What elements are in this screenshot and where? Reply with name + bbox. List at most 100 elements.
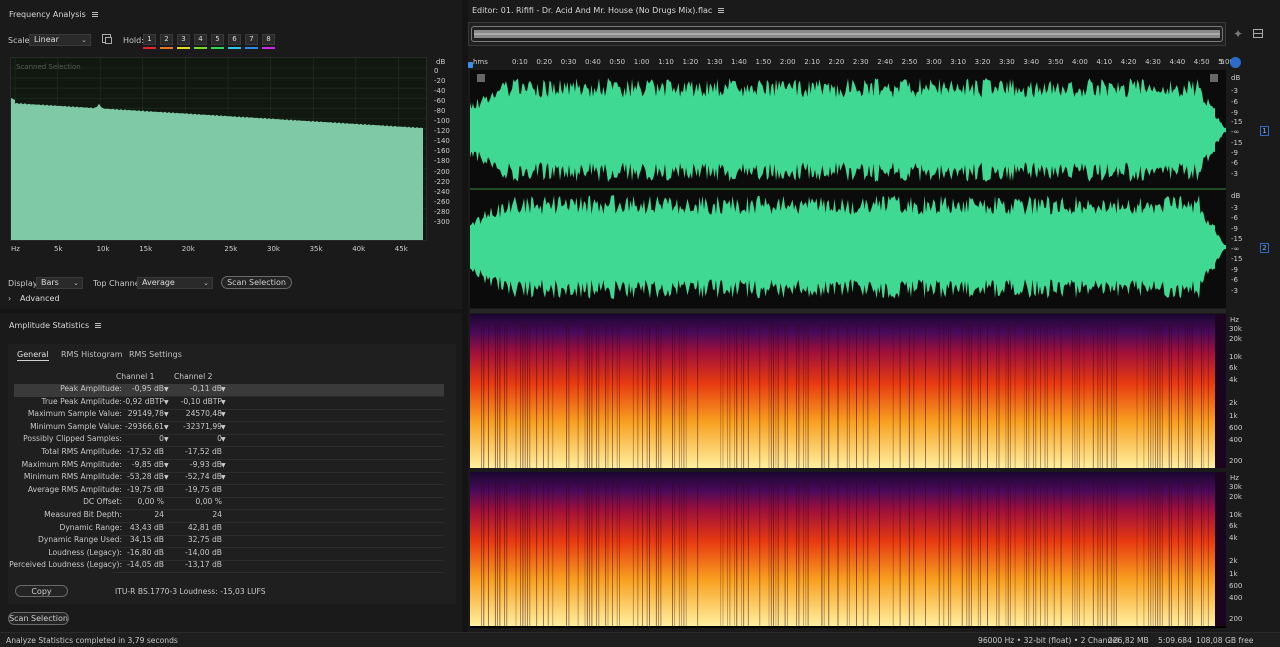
channel-2-toggle[interactable]: 2 — [1260, 243, 1269, 253]
top-channel-select[interactable]: Average ⌄ — [137, 277, 213, 289]
spectrogram-hz-label: 4k — [1229, 534, 1238, 542]
advanced-toggle[interactable]: Advanced — [20, 294, 60, 303]
hold-button-1[interactable]: 1 — [143, 34, 156, 45]
display-select[interactable]: Bars ⌄ — [36, 277, 83, 289]
panel-divider-vertical[interactable] — [462, 0, 468, 632]
pin-icon[interactable]: ▼ — [164, 399, 169, 406]
stats-row[interactable]: Peak Amplitude: -0,95 dB -0,11 dB ▼ ▼ — [14, 384, 444, 397]
stats-row[interactable]: Minimum Sample Value: -29366,61 -32371,99 ▼… — [14, 422, 444, 435]
tab-rms-settings[interactable]: RMS Settings — [129, 350, 182, 359]
waveform-db-label: -9 — [1231, 109, 1238, 117]
pin-icon[interactable]: ▼ — [221, 399, 226, 406]
stats-row[interactable]: Minimum RMS Amplitude: -53,28 dB -52,74 dB… — [14, 472, 444, 485]
playhead-marker[interactable] — [468, 62, 473, 68]
spectrogram-hz-label: 200 — [1229, 615, 1243, 623]
panel-menu-icon[interactable] — [91, 12, 98, 17]
hold-button-8[interactable]: 8 — [262, 34, 275, 45]
pin-icon[interactable]: ▼ — [221, 386, 226, 393]
pin-icon[interactable]: ▼ — [221, 436, 226, 443]
panel-menu-icon[interactable] — [718, 8, 725, 13]
overview-bar[interactable] — [468, 22, 1226, 46]
stats-row[interactable]: Perceived Loudness (Legacy): -14,05 dB -13… — [9, 560, 444, 573]
stats-row[interactable]: DC Offset: 0,00 % 0,00 % — [14, 497, 444, 510]
spectrogram-hz-label: 4k — [1229, 376, 1238, 384]
panel-divider[interactable] — [0, 309, 462, 313]
hold-color-swatch — [211, 47, 224, 49]
editor-title: Editor: 01. Rififi - Dr. Acid And Mr. Ho… — [472, 6, 725, 15]
scale-select[interactable]: Linear ⌄ — [29, 34, 91, 46]
stats-row-label: Perceived Loudness (Legacy): — [9, 560, 122, 570]
pin-icon[interactable]: ▼ — [164, 474, 169, 481]
waveform-db-label: -15 — [1231, 139, 1243, 147]
pin-icon[interactable]: ▼ — [164, 411, 169, 418]
ruler-tick-label: 2:50 — [901, 58, 918, 66]
copy-window-icon[interactable] — [102, 34, 112, 44]
pin-icon[interactable]: ▼ — [164, 462, 169, 469]
hz-tick-label: 40k — [352, 245, 366, 253]
stats-row-label: Total RMS Amplitude: — [41, 447, 122, 456]
stats-scan-selection-button[interactable]: Scan Selection — [8, 612, 69, 625]
pin-icon[interactable]: ▼ — [164, 424, 169, 431]
pin-icon[interactable]: ▼ — [164, 436, 169, 443]
pin-icon[interactable]: ▼ — [221, 411, 226, 418]
hold-button-2[interactable]: 2 — [160, 34, 173, 45]
ruler-tick-label: 1:20 — [682, 58, 699, 66]
ruler-tick-label: 0:30 — [560, 58, 577, 66]
ruler-tick-label: 3:50 — [1047, 58, 1064, 66]
pin-icon[interactable]: ▼ — [221, 474, 226, 481]
zoom-icon[interactable]: ✦ — [1233, 27, 1243, 41]
stats-row[interactable]: True Peak Amplitude: -0,92 dBTP -0,10 dBTP… — [14, 397, 444, 410]
stats-row[interactable]: Dynamic Range: 43,43 dB 42,81 dB — [14, 523, 444, 536]
spectrogram-area[interactable] — [470, 314, 1226, 628]
stats-row[interactable]: Maximum RMS Amplitude: -9,85 dB -9,93 dB ▼ ▼ — [14, 460, 444, 473]
hold-button-5[interactable]: 5 — [211, 34, 224, 45]
ruler-tick-label: 5 — [1220, 58, 1225, 66]
ruler-tick-label: 4:30 — [1145, 58, 1161, 66]
stats-row[interactable]: Average RMS Amplitude: -19,75 dB -19,75 dB — [14, 485, 444, 498]
hold-button-6[interactable]: 6 — [228, 34, 241, 45]
toggle-panel-icon[interactable] — [1253, 29, 1263, 38]
freq-scan-selection-button[interactable]: Scan Selection — [221, 276, 292, 289]
stats-row[interactable]: Maximum Sample Value: 29149,78 24570,48 ▼ ▼ — [14, 409, 444, 422]
channel-1-value: -14,05 dB — [127, 560, 164, 570]
fade-in-handle[interactable] — [477, 74, 485, 82]
stats-row[interactable]: Total RMS Amplitude: -17,52 dB -17,52 dB — [14, 447, 444, 460]
overview-viewport[interactable] — [471, 26, 1223, 42]
copy-button[interactable]: Copy — [15, 585, 68, 597]
hold-button-4[interactable]: 4 — [194, 34, 207, 45]
pin-icon[interactable]: ▼ — [164, 386, 169, 393]
hold-button-7[interactable]: 7 — [245, 34, 258, 45]
channel-1-value: -53,28 dB — [127, 472, 164, 482]
spectrogram-hz-label: 10k — [1229, 353, 1242, 361]
hold-button-3[interactable]: 3 — [177, 34, 190, 45]
db-tick-label: -160 — [434, 147, 450, 156]
tab-rms-histogram[interactable]: RMS Histogram — [61, 350, 123, 359]
channel-1-toggle[interactable]: 1 — [1260, 126, 1269, 136]
waveform-db-label: -3 — [1231, 87, 1238, 95]
status-free-space: 108,08 GB free — [1196, 636, 1254, 645]
fade-out-handle[interactable] — [1210, 74, 1218, 82]
pin-icon[interactable]: ▼ — [221, 462, 226, 469]
time-ruler[interactable]: hms 0:10 0:20 0:30 0:40 0:50 1:00 1:10 1:20 1:30 1… — [468, 56, 1234, 69]
stats-row[interactable]: Loudness (Legacy): -16,80 dB -14,00 dB — [14, 548, 444, 561]
spectrogram-hz-label: 20k — [1229, 493, 1242, 501]
stats-row[interactable]: Dynamic Range Used: 34,15 dB 32,75 dB — [14, 535, 444, 548]
channel-2-value: -9,93 dB — [189, 459, 222, 469]
headphones-icon[interactable] — [1230, 57, 1241, 68]
spectrogram-hz-label: Hz — [1230, 316, 1239, 324]
stats-row[interactable]: Possibly Clipped Samples: 0 0 ▼ ▼ — [14, 434, 444, 447]
panel-menu-icon[interactable] — [95, 323, 102, 328]
stats-row[interactable]: Measured Bit Depth: 24 24 — [14, 510, 444, 523]
channel-2-value: -32371,99 — [183, 421, 222, 431]
waveform-area[interactable] — [470, 70, 1226, 308]
pin-icon[interactable]: ▼ — [221, 424, 226, 431]
frequency-graph[interactable]: Scanned Selection — [10, 57, 427, 241]
tab-general[interactable]: General — [17, 350, 49, 361]
spectrogram-tail — [1215, 314, 1226, 468]
stats-row-label: True Peak Amplitude: — [41, 396, 122, 406]
spectrogram-hz-label: 200 — [1229, 457, 1243, 465]
chevron-right-icon[interactable]: › — [8, 294, 11, 303]
view-splitter[interactable] — [470, 309, 1226, 313]
ruler-tick-label: 1:10 — [658, 58, 674, 66]
audition-window: Frequency Analysis Scale: Linear ⌄ Hold:… — [0, 0, 1280, 647]
